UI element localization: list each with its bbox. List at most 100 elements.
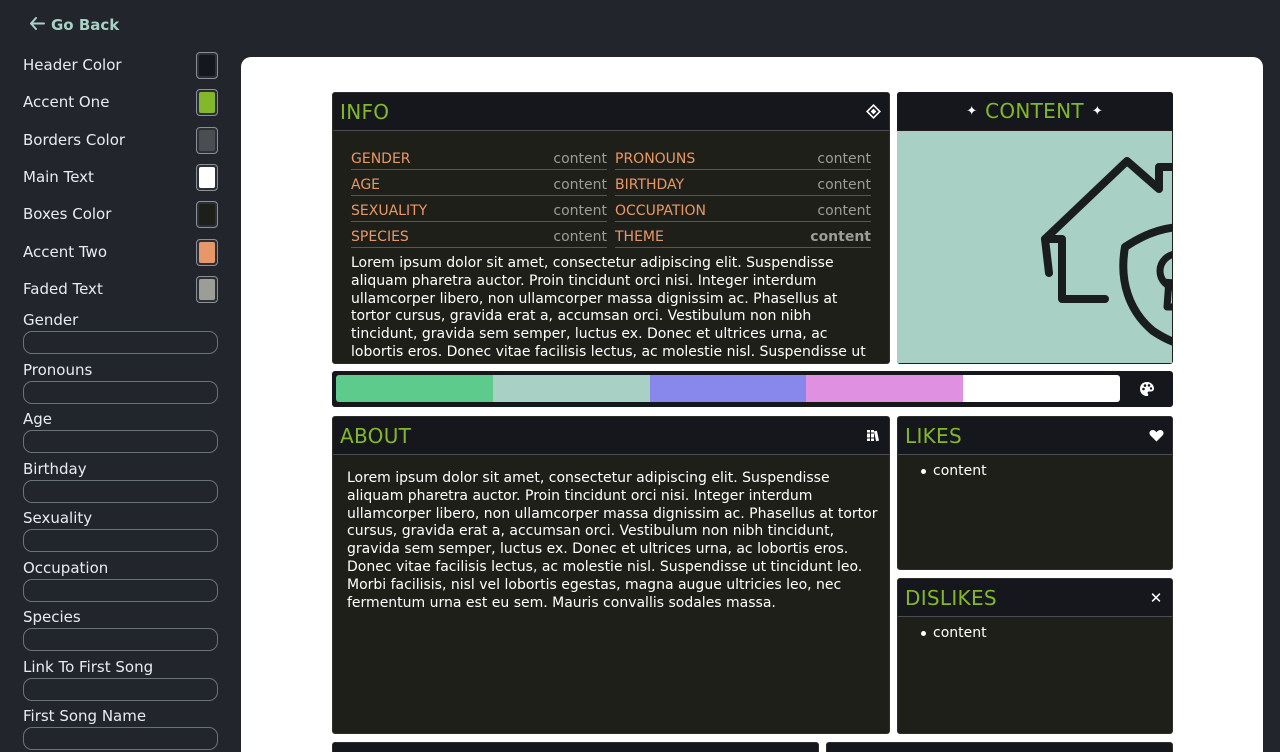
info-row-pronouns: PRONOUNS content xyxy=(615,148,871,170)
info-box: INFO GENDER content AGE content SEXUALIT… xyxy=(332,92,890,364)
faded-text-picker[interactable] xyxy=(196,275,218,303)
profile-preview: INFO GENDER content AGE content SEXUALIT… xyxy=(241,57,1263,752)
content-box: ✦ CONTENT ✦ xyxy=(897,92,1173,364)
gender-field: Gender xyxy=(23,311,218,354)
info-row-species: SPECIES content xyxy=(351,226,607,248)
species-value: content xyxy=(553,228,607,245)
accent-two-label: Accent Two xyxy=(23,243,108,261)
first-song-name-field: First Song Name xyxy=(23,707,218,750)
go-back-label: Go Back xyxy=(51,16,120,34)
first-song-name-input[interactable] xyxy=(23,727,218,750)
pronouns-input[interactable] xyxy=(23,381,218,404)
borders-color-picker[interactable] xyxy=(196,126,218,154)
gender-value: content xyxy=(553,150,607,167)
accent-two-picker[interactable] xyxy=(196,238,218,266)
palette-swatch-4[interactable] xyxy=(806,375,964,402)
dislikes-title: DISLIKES xyxy=(905,585,997,610)
age-field: Age xyxy=(23,410,218,453)
first-song-link-field: Link To First Song xyxy=(23,658,218,701)
main-text-label: Main Text xyxy=(23,168,94,186)
first-song-link-label: Link To First Song xyxy=(23,658,154,676)
close-icon: ✕ xyxy=(1149,588,1163,607)
content-title: CONTENT xyxy=(985,99,1084,123)
palette-strip xyxy=(336,375,1120,402)
about-description: Lorem ipsum dolor sit amet, consectetur … xyxy=(347,470,878,611)
theme-value: content xyxy=(810,228,871,245)
birthday-field: Birthday xyxy=(23,460,218,503)
sexuality-value: content xyxy=(553,202,607,219)
info-header: INFO xyxy=(333,93,889,131)
header-color-label: Header Color xyxy=(23,56,122,74)
birthday-label: Birthday xyxy=(23,460,87,478)
books-icon xyxy=(865,428,881,444)
gender-label: Gender xyxy=(23,311,79,329)
likes-box: LIKES content xyxy=(897,416,1173,570)
go-back-button[interactable]: Go Back xyxy=(30,16,119,34)
pronouns-field: Pronouns xyxy=(23,361,218,404)
palette-swatch-5[interactable] xyxy=(963,375,1120,402)
pronouns-value: content xyxy=(817,150,871,167)
occupation-input[interactable] xyxy=(23,579,218,602)
info-description: Lorem ipsum dolor sit amet, consectetur … xyxy=(351,255,866,363)
info-row-occupation: OCCUPATION content xyxy=(615,200,871,222)
arrow-left-icon xyxy=(30,17,45,33)
dislikes-box: DISLIKES ✕ content xyxy=(897,578,1173,734)
species-key: SPECIES xyxy=(351,228,409,245)
info-row-gender: GENDER content xyxy=(351,148,607,170)
pronouns-key: PRONOUNS xyxy=(615,150,696,167)
birthday-key: BIRTHDAY xyxy=(615,176,685,193)
content-header: ✦ CONTENT ✦ xyxy=(897,92,1173,130)
first-song-link-input[interactable] xyxy=(23,678,218,701)
sexuality-input[interactable] xyxy=(23,529,218,552)
sparkle-icon-left: ✦ xyxy=(966,103,978,119)
sexuality-field: Sexuality xyxy=(23,509,218,552)
bottom-box-left xyxy=(332,742,819,752)
birthday-value: content xyxy=(817,176,871,193)
accent-one-picker[interactable] xyxy=(196,88,218,116)
main-text-row: Main Text xyxy=(23,163,218,191)
info-row-sexuality: SEXUALITY content xyxy=(351,200,607,222)
sexuality-key: SEXUALITY xyxy=(351,202,428,219)
about-header: ABOUT xyxy=(333,417,889,455)
borders-color-label: Borders Color xyxy=(23,131,126,149)
info-title: INFO xyxy=(340,99,390,124)
age-value: content xyxy=(553,176,607,193)
species-label: Species xyxy=(23,608,81,626)
header-color-picker[interactable] xyxy=(196,51,218,79)
header-color-row: Header Color xyxy=(23,51,218,79)
bottom-box-right xyxy=(826,742,1173,752)
boxes-color-label: Boxes Color xyxy=(23,205,112,223)
boxes-color-picker[interactable] xyxy=(196,200,218,228)
likes-list: content xyxy=(921,463,987,479)
list-item: content xyxy=(921,625,987,641)
species-input[interactable] xyxy=(23,628,218,651)
palette-swatch-2[interactable] xyxy=(492,375,650,402)
palette-swatch-1[interactable] xyxy=(336,375,493,402)
faded-text-label: Faded Text xyxy=(23,280,103,298)
main-text-picker[interactable] xyxy=(196,163,218,191)
dislikes-header: DISLIKES ✕ xyxy=(898,579,1172,617)
info-row-birthday: BIRTHDAY content xyxy=(615,174,871,196)
info-row-theme: THEME content xyxy=(615,226,871,248)
first-song-name-label: First Song Name xyxy=(23,707,147,725)
birthday-input[interactable] xyxy=(23,480,218,503)
likes-title: LIKES xyxy=(905,423,962,448)
info-row-age: AGE content xyxy=(351,174,607,196)
palette-swatch-3[interactable] xyxy=(649,375,807,402)
age-input[interactable] xyxy=(23,430,218,453)
occupation-key: OCCUPATION xyxy=(615,202,707,219)
home-shield-icon xyxy=(1041,157,1172,346)
species-field: Species xyxy=(23,608,218,651)
gender-input[interactable] xyxy=(23,331,218,354)
palette-icon xyxy=(1139,381,1155,397)
accent-two-row: Accent Two xyxy=(23,238,218,266)
occupation-value: content xyxy=(817,202,871,219)
editor-sidebar: Go Back Header Color Accent One Borders … xyxy=(0,0,240,752)
sparkle-icon-right: ✦ xyxy=(1091,103,1103,119)
likes-header: LIKES xyxy=(898,417,1172,455)
faded-text-row: Faded Text xyxy=(23,275,218,303)
heart-icon xyxy=(1148,428,1164,444)
accent-one-label: Accent One xyxy=(23,93,110,111)
age-label: Age xyxy=(23,410,53,428)
gender-key: GENDER xyxy=(351,150,411,167)
